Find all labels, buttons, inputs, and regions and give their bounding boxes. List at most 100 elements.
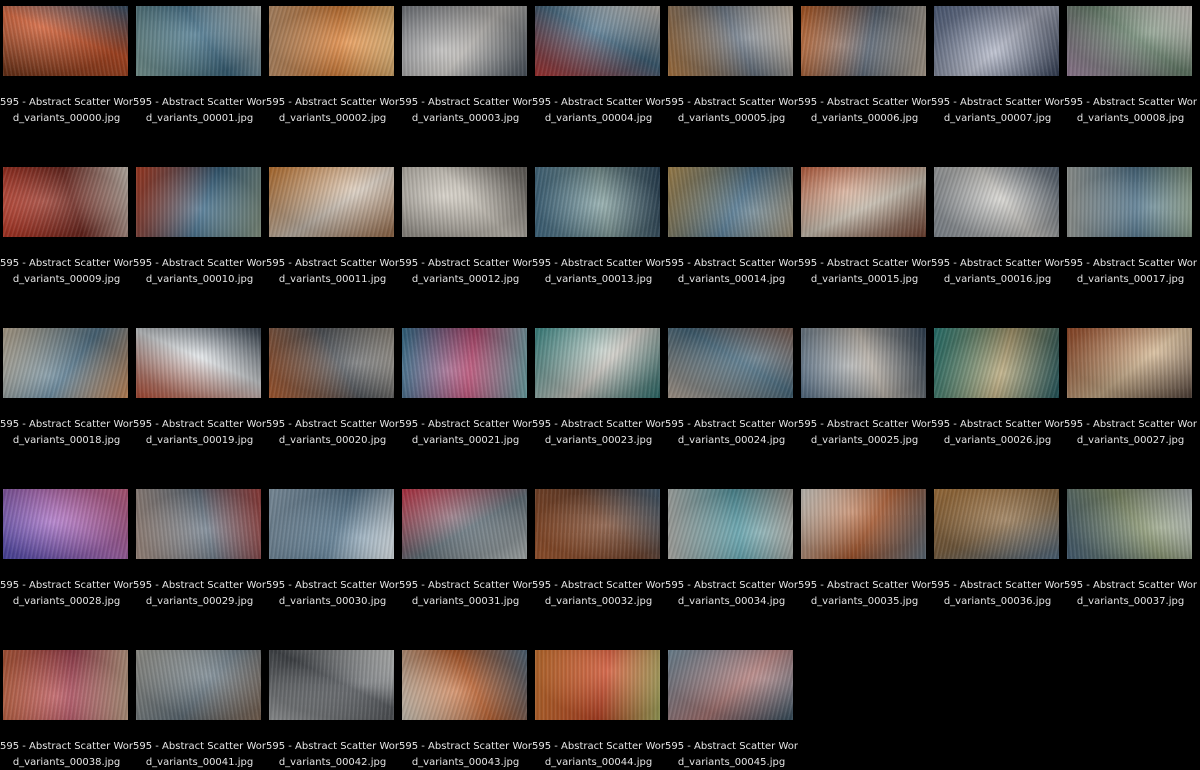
- file-thumbnail[interactable]: [801, 6, 926, 76]
- file-thumbnail[interactable]: [535, 328, 660, 398]
- file-thumbnail[interactable]: [668, 650, 793, 720]
- file-item[interactable]: 595 - Abstract Scatter Worl d_variants_00…: [532, 483, 665, 644]
- file-thumbnail[interactable]: [3, 650, 128, 720]
- file-thumbnail[interactable]: [136, 328, 261, 398]
- file-item[interactable]: 595 - Abstract Scatter Worl d_variants_00…: [266, 161, 399, 322]
- file-name-line1: 595 - Abstract Scatter Worl: [266, 741, 399, 752]
- file-thumbnail[interactable]: [1067, 489, 1192, 559]
- file-name: 595 - Abstract Scatter Worl d_variants_00…: [0, 578, 133, 610]
- file-item[interactable]: 595 - Abstract Scatter Worl d_variants_00…: [931, 161, 1064, 322]
- file-thumbnail[interactable]: [934, 328, 1059, 398]
- file-item[interactable]: 595 - Abstract Scatter Worl d_variants_00…: [133, 644, 266, 770]
- file-name: 595 - Abstract Scatter Worl d_variants_00…: [1064, 417, 1197, 449]
- file-item[interactable]: 595 - Abstract Scatter Worl d_variants_00…: [665, 644, 798, 770]
- file-item[interactable]: 595 - Abstract Scatter Worl d_variants_00…: [798, 161, 931, 322]
- file-thumbnail[interactable]: [934, 167, 1059, 237]
- file-name: 595 - Abstract Scatter Worl d_variants_00…: [1064, 95, 1197, 127]
- file-thumbnail[interactable]: [535, 6, 660, 76]
- file-thumbnail[interactable]: [269, 489, 394, 559]
- file-item[interactable]: 595 - Abstract Scatter Worl d_variants_00…: [133, 0, 266, 161]
- file-thumbnail[interactable]: [269, 6, 394, 76]
- file-thumbnail[interactable]: [402, 6, 527, 76]
- file-name-line2: d_variants_00008.jpg: [1076, 113, 1185, 124]
- file-item[interactable]: 595 - Abstract Scatter Worl d_variants_00…: [1064, 322, 1197, 483]
- file-item[interactable]: 595 - Abstract Scatter Worl d_variants_00…: [798, 483, 931, 644]
- file-thumbnail[interactable]: [1067, 6, 1192, 76]
- file-thumbnail[interactable]: [269, 328, 394, 398]
- file-thumbnail[interactable]: [1067, 167, 1192, 237]
- file-thumbnail[interactable]: [136, 167, 261, 237]
- file-thumbnail[interactable]: [3, 489, 128, 559]
- file-item[interactable]: 595 - Abstract Scatter Worl d_variants_00…: [665, 483, 798, 644]
- file-thumbnail[interactable]: [3, 167, 128, 237]
- file-item[interactable]: 595 - Abstract Scatter Worl d_variants_00…: [266, 0, 399, 161]
- file-name-line1: 595 - Abstract Scatter Worl: [532, 419, 665, 430]
- file-item[interactable]: 595 - Abstract Scatter Worl d_variants_00…: [532, 644, 665, 770]
- file-item[interactable]: 595 - Abstract Scatter Worl d_variants_00…: [665, 322, 798, 483]
- file-item[interactable]: 595 - Abstract Scatter Worl d_variants_00…: [0, 644, 133, 770]
- file-item[interactable]: 595 - Abstract Scatter Worl d_variants_00…: [399, 644, 532, 770]
- file-thumbnail[interactable]: [668, 6, 793, 76]
- file-name-line1: 595 - Abstract Scatter Worl: [0, 258, 133, 269]
- file-name: 595 - Abstract Scatter Worl d_variants_00…: [266, 417, 399, 449]
- file-item[interactable]: 595 - Abstract Scatter Worl d_variants_00…: [1064, 161, 1197, 322]
- file-item[interactable]: 595 - Abstract Scatter Worl d_variants_00…: [0, 0, 133, 161]
- file-item[interactable]: 595 - Abstract Scatter Worl d_variants_00…: [1064, 0, 1197, 161]
- file-item[interactable]: 595 - Abstract Scatter Worl d_variants_00…: [798, 322, 931, 483]
- file-item[interactable]: 595 - Abstract Scatter Worl d_variants_00…: [133, 483, 266, 644]
- file-thumbnail[interactable]: [801, 328, 926, 398]
- file-thumbnail[interactable]: [668, 167, 793, 237]
- file-thumbnail[interactable]: [1067, 328, 1192, 398]
- file-name-line2: d_variants_00003.jpg: [411, 113, 520, 124]
- file-name: 595 - Abstract Scatter Worl d_variants_00…: [133, 256, 266, 288]
- file-thumbnail[interactable]: [402, 650, 527, 720]
- file-thumbnail[interactable]: [269, 650, 394, 720]
- file-item[interactable]: 595 - Abstract Scatter Worl d_variants_00…: [532, 322, 665, 483]
- file-item[interactable]: 595 - Abstract Scatter Worl d_variants_00…: [931, 322, 1064, 483]
- file-thumbnail[interactable]: [535, 650, 660, 720]
- file-item[interactable]: 595 - Abstract Scatter Worl d_variants_00…: [665, 0, 798, 161]
- file-item[interactable]: 595 - Abstract Scatter Worl d_variants_00…: [0, 483, 133, 644]
- file-name: 595 - Abstract Scatter Worl d_variants_00…: [798, 417, 931, 449]
- file-item[interactable]: 595 - Abstract Scatter Worl d_variants_00…: [399, 161, 532, 322]
- file-item[interactable]: 595 - Abstract Scatter Worl d_variants_00…: [266, 483, 399, 644]
- file-item[interactable]: 595 - Abstract Scatter Worl d_variants_00…: [133, 161, 266, 322]
- file-thumbnail[interactable]: [136, 6, 261, 76]
- file-item[interactable]: 595 - Abstract Scatter Worl d_variants_00…: [931, 0, 1064, 161]
- file-item[interactable]: 595 - Abstract Scatter Worl d_variants_00…: [0, 322, 133, 483]
- file-item[interactable]: 595 - Abstract Scatter Worl d_variants_00…: [931, 483, 1064, 644]
- file-name: 595 - Abstract Scatter Worl d_variants_00…: [798, 256, 931, 288]
- file-thumbnail[interactable]: [402, 167, 527, 237]
- file-thumbnail[interactable]: [668, 489, 793, 559]
- file-thumbnail[interactable]: [269, 167, 394, 237]
- file-item[interactable]: 595 - Abstract Scatter Worl d_variants_00…: [532, 161, 665, 322]
- file-thumbnail[interactable]: [934, 489, 1059, 559]
- file-name-line2: d_variants_00018.jpg: [12, 435, 121, 446]
- file-item[interactable]: 595 - Abstract Scatter Worl d_variants_00…: [0, 161, 133, 322]
- file-thumbnail[interactable]: [535, 167, 660, 237]
- file-item[interactable]: 595 - Abstract Scatter Worl d_variants_00…: [665, 161, 798, 322]
- file-item[interactable]: 595 - Abstract Scatter Worl d_variants_00…: [1064, 483, 1197, 644]
- file-item[interactable]: 595 - Abstract Scatter Worl d_variants_00…: [399, 0, 532, 161]
- file-thumbnail[interactable]: [801, 167, 926, 237]
- file-thumbnail[interactable]: [3, 328, 128, 398]
- file-thumbnail[interactable]: [934, 6, 1059, 76]
- file-name-line2: d_variants_00004.jpg: [544, 113, 653, 124]
- file-item[interactable]: 595 - Abstract Scatter Worl d_variants_00…: [266, 322, 399, 483]
- file-item[interactable]: 595 - Abstract Scatter Worl d_variants_00…: [798, 0, 931, 161]
- file-thumbnail[interactable]: [136, 489, 261, 559]
- file-thumbnail[interactable]: [136, 650, 261, 720]
- file-thumbnail[interactable]: [3, 6, 128, 76]
- file-item[interactable]: 595 - Abstract Scatter Worl d_variants_00…: [399, 483, 532, 644]
- file-name-line1: 595 - Abstract Scatter Worl: [798, 419, 931, 430]
- file-item[interactable]: 595 - Abstract Scatter Worl d_variants_00…: [399, 322, 532, 483]
- file-thumbnail[interactable]: [402, 489, 527, 559]
- file-name-line2: d_variants_00015.jpg: [810, 274, 919, 285]
- file-item[interactable]: 595 - Abstract Scatter Worl d_variants_00…: [532, 0, 665, 161]
- file-item[interactable]: 595 - Abstract Scatter Worl d_variants_00…: [266, 644, 399, 770]
- file-thumbnail[interactable]: [402, 328, 527, 398]
- file-thumbnail[interactable]: [668, 328, 793, 398]
- file-thumbnail[interactable]: [535, 489, 660, 559]
- file-item[interactable]: 595 - Abstract Scatter Worl d_variants_00…: [133, 322, 266, 483]
- file-thumbnail[interactable]: [801, 489, 926, 559]
